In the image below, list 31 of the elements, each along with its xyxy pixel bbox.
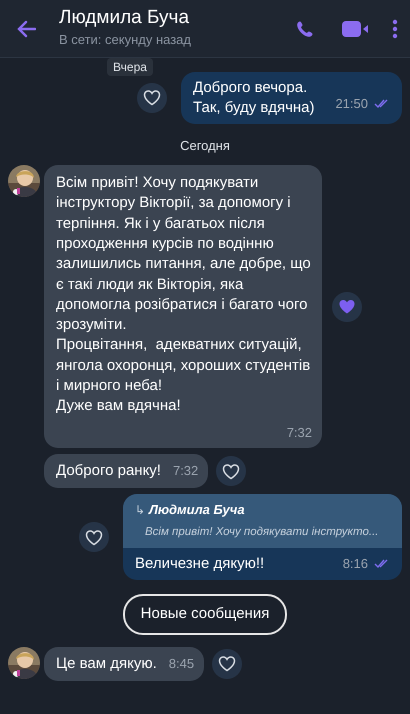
video-call-icon[interactable] — [342, 20, 368, 36]
message-text: Доброго ранку! — [56, 460, 161, 481]
like-button[interactable] — [79, 522, 109, 552]
message-text: Це вам дякую. — [56, 654, 157, 674]
phone-icon[interactable] — [296, 20, 314, 38]
more-icon[interactable] — [392, 18, 398, 38]
message-text: Доброго вечора. Так, буду вдячна) — [193, 78, 315, 118]
date-label: Вчера — [107, 58, 153, 76]
back-icon[interactable] — [16, 20, 36, 38]
date-label: Сегодня — [180, 136, 230, 155]
message-time: 8:16 — [342, 554, 368, 573]
message-text: Всім привіт! Хочу подякувати інструктору Вікторії, за допомогу і терпіння. Як і у багатьох після проходження курсів по водінню залишились питання, але добре, що є такі люди як Вікторія, яка допомогла розібратися і багато чого зрозуміти. Процвітання, адекватних ситуацій, янгола охоронця, хороших студентів і мирного неба! Дуже вам вдячна! — [56, 174, 312, 414]
contact-name: Людмила Буча — [59, 7, 190, 30]
heart-icon — [338, 298, 356, 316]
message-time: 7:32 — [172, 462, 198, 480]
new-messages-button[interactable]: Новые сообщения — [122, 594, 288, 635]
online-status: В сети: секунду назад — [59, 31, 192, 50]
heart-icon — [218, 655, 236, 672]
like-button[interactable] — [137, 82, 167, 113]
heart-icon — [143, 89, 161, 106]
reply-text: Всім привіт! Хочу подякувати інструкто... — [145, 524, 378, 540]
reply-author: Людмила Буча — [149, 501, 245, 520]
message-time: 8:45 — [168, 654, 194, 673]
message-time: 7:32 — [286, 424, 312, 442]
message-text: Величезне дякую!! — [135, 554, 264, 574]
heart-icon — [222, 462, 240, 480]
message-time: 21:50 — [335, 95, 368, 114]
reply-arrow: ↳ — [135, 502, 145, 520]
heart-icon — [85, 528, 103, 546]
like-button[interactable] — [212, 648, 242, 679]
like-button[interactable] — [216, 456, 246, 486]
